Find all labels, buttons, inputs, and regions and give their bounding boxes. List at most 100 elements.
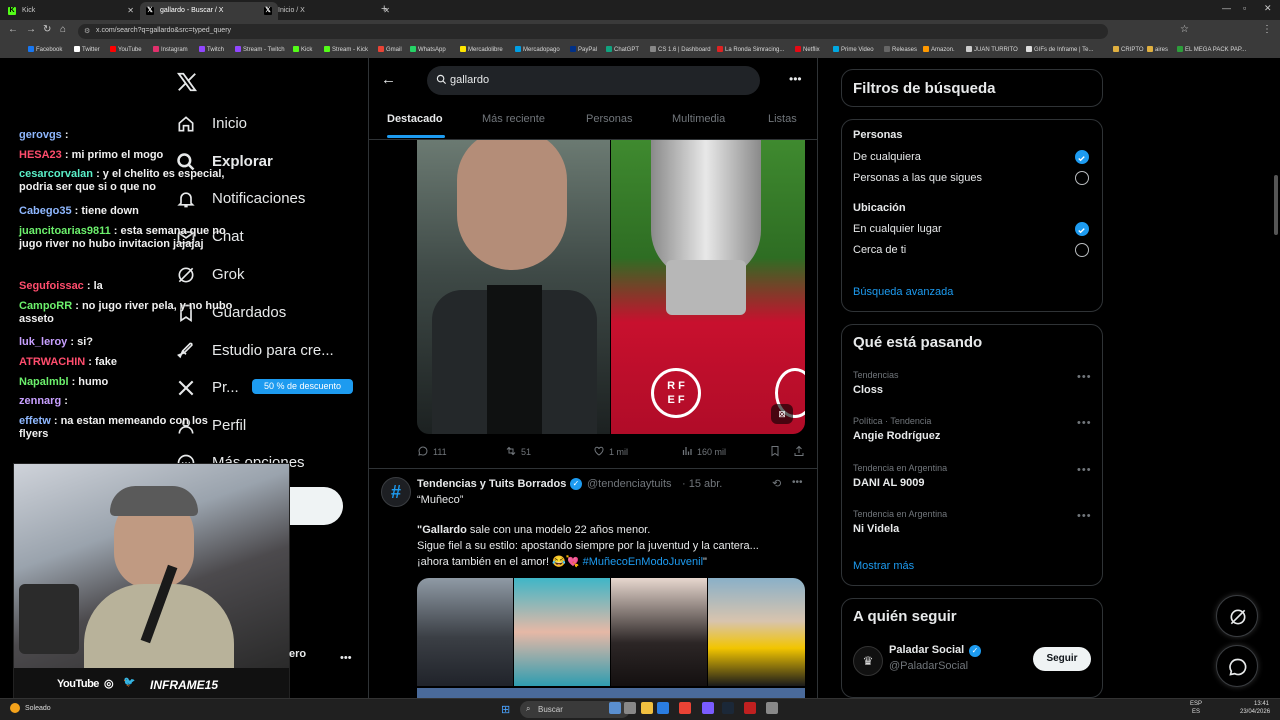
bookmark-item[interactable]: PayPal <box>570 46 597 53</box>
reload-icon[interactable]: ↻ <box>43 24 51 35</box>
media-thumb[interactable] <box>514 578 610 686</box>
bookmark-item[interactable]: CRIPTO <box>1113 46 1144 53</box>
suggested-account-handle[interactable]: @PaladarSocial <box>889 660 968 672</box>
steam-icon[interactable] <box>722 702 734 714</box>
filter-option-label[interactable]: De cualquiera <box>853 151 921 163</box>
filter-option-label[interactable]: Cerca de ti <box>853 244 906 256</box>
site-info-icon[interactable]: ⚙ <box>84 27 90 35</box>
close-window-button[interactable]: ✕ <box>1264 3 1272 14</box>
url-field[interactable]: ⚙ x.com/search?q=gallardo&src=typed_quer… <box>78 24 1108 39</box>
radio-checked-icon[interactable] <box>1075 150 1089 164</box>
task-view-icon[interactable] <box>624 702 636 714</box>
follow-button[interactable]: Seguir <box>1033 647 1091 671</box>
bookmark-item[interactable]: Stream - Twitch <box>235 46 285 53</box>
clock-date[interactable]: 23/04/2026 <box>1240 709 1270 715</box>
bookmark-item[interactable]: CS 1.6 | Dashboard <box>650 46 711 53</box>
home-icon[interactable]: ⌂ <box>60 24 66 35</box>
trend-name[interactable]: Closs <box>853 384 883 396</box>
tab-featured[interactable]: Destacado <box>387 113 443 125</box>
tweet-author-handle[interactable]: @tendenciaytuits <box>587 478 672 490</box>
bookmark-item[interactable]: Releases <box>884 46 917 53</box>
tweet-date[interactable]: · 15 abr. <box>682 478 722 490</box>
browser-tab-kick[interactable]: K Kick ✕ <box>2 2 140 20</box>
search-input[interactable]: gallardo <box>427 66 760 95</box>
bookmark-star-icon[interactable]: ☆ <box>1180 24 1189 35</box>
scrollbar-thumb[interactable] <box>1274 175 1278 235</box>
bookmark-item[interactable]: Gmail <box>378 46 402 53</box>
app-icon[interactable] <box>766 702 778 714</box>
show-more-link[interactable]: Mostrar más <box>853 560 914 572</box>
tweet-media-grid[interactable] <box>417 578 805 698</box>
media-thumb[interactable] <box>708 578 805 686</box>
discord-icon[interactable] <box>702 702 714 714</box>
radio-checked-icon[interactable] <box>1075 222 1089 236</box>
media-thumb[interactable] <box>611 578 707 686</box>
more-icon[interactable]: ••• <box>1077 464 1092 476</box>
advanced-search-link[interactable]: Búsqueda avanzada <box>853 286 953 298</box>
trend-name[interactable]: Ni Videla <box>853 523 899 535</box>
suggested-account-name[interactable]: Paladar Social <box>889 644 964 656</box>
media-thumb-row[interactable] <box>417 688 805 698</box>
radio-empty-icon[interactable] <box>1075 243 1089 257</box>
minimize-button[interactable]: — <box>1222 3 1231 13</box>
bookmark-item[interactable]: Prime Video <box>833 46 874 53</box>
bookmark-item[interactable]: Netflix <box>795 46 820 53</box>
maximize-button[interactable]: ▫ <box>1243 3 1246 13</box>
more-icon[interactable]: ••• <box>1077 417 1092 429</box>
more-icon[interactable]: ••• <box>792 477 803 488</box>
reply-button[interactable]: 111 <box>417 445 447 457</box>
chrome-icon[interactable] <box>679 702 691 714</box>
windows-start-icon[interactable]: ⊞ <box>501 703 510 716</box>
views-button[interactable]: 160 mil <box>681 445 726 457</box>
bookmark-item[interactable]: Mercadopago <box>515 46 560 53</box>
tab-people[interactable]: Personas <box>586 113 632 125</box>
more-icon[interactable]: ••• <box>1077 510 1092 522</box>
bookmark-item[interactable]: Twitter <box>74 46 100 53</box>
menu-icon[interactable]: ⋮ <box>1262 24 1272 35</box>
trend-name[interactable]: Angie Rodríguez <box>853 430 940 442</box>
repost-button[interactable]: 51 <box>505 445 531 457</box>
bookmark-item[interactable]: Instagram <box>153 46 188 53</box>
more-icon[interactable]: ••• <box>340 652 352 664</box>
more-icon[interactable]: ••• <box>1077 371 1092 383</box>
language-indicator[interactable]: ESP <box>1190 701 1202 707</box>
clock-time[interactable]: 13:41 <box>1254 701 1269 707</box>
bookmark-item[interactable]: YouTube <box>110 46 142 53</box>
bookmark-item[interactable]: WhatsApp <box>410 46 446 53</box>
bookmark-item[interactable]: Stream - Kick <box>324 46 368 53</box>
avatar[interactable]: ♛ <box>853 646 883 676</box>
bookmark-item[interactable]: La Ronda Simracing... <box>717 46 784 53</box>
filter-option-label[interactable]: Personas a las que sigues <box>853 172 982 184</box>
tweet-author-name[interactable]: Tendencias y Tuits Borrados <box>417 478 566 490</box>
bookmark-item[interactable]: EL MEGA PACK PAP... <box>1177 46 1246 53</box>
tweet-image-trophy[interactable]: R FE F ⊠ <box>611 140 805 434</box>
bookmark-item[interactable]: ChatGPT <box>606 46 639 53</box>
tab-media[interactable]: Multimedia <box>672 113 725 125</box>
tweet-image-gallardo[interactable] <box>417 140 610 434</box>
media-thumb[interactable] <box>417 578 513 686</box>
bookmark-item[interactable]: Mercadolibre <box>460 46 503 53</box>
like-button[interactable]: 1 mil <box>593 445 628 457</box>
hashtag-link[interactable]: #MuñecoEnModoJuvenil <box>583 556 703 568</box>
bookmark-item[interactable]: Facebook <box>28 46 62 53</box>
bookmark-item[interactable]: aires <box>1147 46 1168 53</box>
more-icon[interactable]: ••• <box>789 72 802 86</box>
browser-tab-home[interactable]: 𝕏 Inicio / X ✕ <box>258 2 396 20</box>
file-explorer-icon[interactable] <box>641 702 653 714</box>
forward-icon[interactable]: → <box>26 24 36 35</box>
share-icon[interactable] <box>793 445 809 457</box>
grok-fab-button[interactable] <box>1216 595 1258 637</box>
mail-app-icon[interactable] <box>657 702 669 714</box>
grok-image-icon[interactable]: ⊠ <box>771 404 793 424</box>
avatar[interactable]: # <box>381 477 411 507</box>
back-arrow-icon[interactable]: ← <box>381 71 396 88</box>
bookmark-item[interactable]: Amazon. <box>923 46 955 53</box>
messages-fab-button[interactable] <box>1216 645 1258 687</box>
back-icon[interactable]: ← <box>8 24 18 35</box>
x-logo-icon[interactable] <box>176 71 198 93</box>
trend-name[interactable]: DANI AL 9009 <box>853 477 925 489</box>
radio-empty-icon[interactable] <box>1075 171 1089 185</box>
close-icon[interactable]: ✕ <box>127 6 134 15</box>
premium-discount-badge[interactable]: 50 % de descuento <box>252 379 353 394</box>
filter-option-label[interactable]: En cualquier lugar <box>853 223 942 235</box>
